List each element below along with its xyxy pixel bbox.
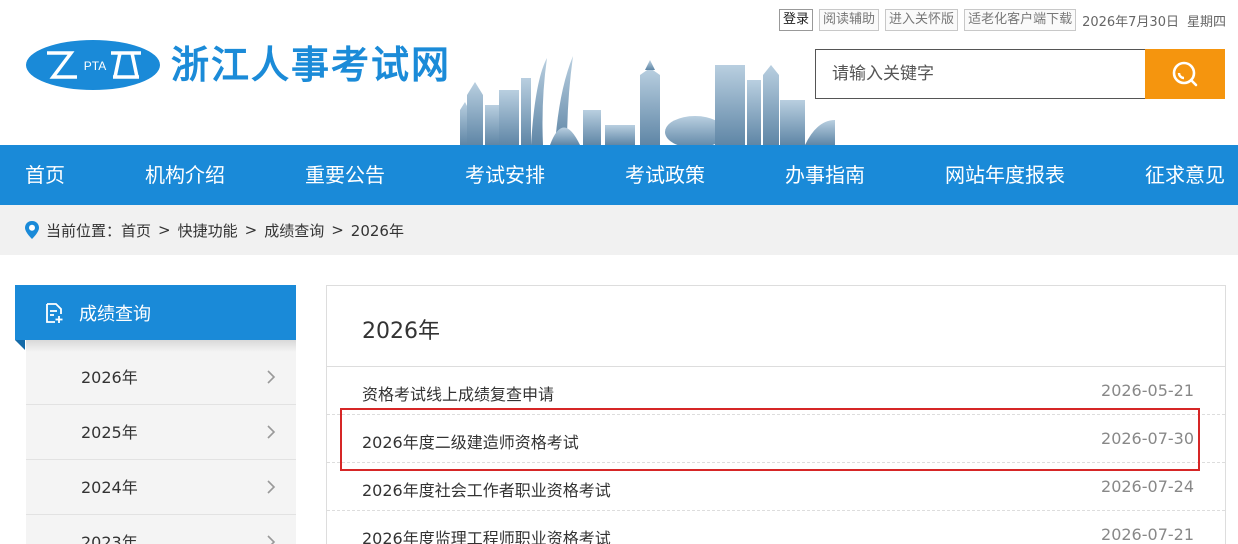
document-icon (46, 302, 63, 323)
sidebar-title: 成绩查询 (79, 303, 151, 325)
page-title: 2026年 (362, 319, 440, 344)
nav-item-feedback[interactable]: 征求意见 (1145, 145, 1225, 205)
pta-emblem-icon: PTA (26, 40, 160, 90)
nav-item-annual-report[interactable]: 网站年度报表 (945, 145, 1065, 205)
sidebar-item-label: 2025年 (81, 423, 138, 442)
site-header: 登录 阅读辅助 进入关怀版 适老化客户端下载 2026年7月30日 星期四 PT… (0, 0, 1238, 145)
location-pin-icon (25, 221, 39, 239)
breadcrumb-current: 2026年 (350, 221, 404, 240)
list-item-title[interactable]: 2026年度二级建造师资格考试 (362, 429, 579, 453)
content-panel: 2026年 资格考试线上成绩复查申请 2026-05-21 2026年度二级建造… (326, 285, 1226, 544)
emblem-text: PTA (84, 59, 106, 73)
search-input[interactable] (815, 49, 1145, 99)
search-bar (815, 49, 1225, 99)
nav-item-exam-policy[interactable]: 考试政策 (625, 145, 705, 205)
main-nav: 首页 机构介绍 重要公告 考试安排 考试政策 办事指南 网站年度报表 征求意见 (0, 145, 1238, 205)
reading-aid-button[interactable]: 阅读辅助 (819, 9, 880, 31)
chevron-right-icon (267, 370, 276, 384)
site-logo[interactable]: PTA 浙江人事考试网 (25, 35, 465, 95)
nav-item-service-guide[interactable]: 办事指南 (785, 145, 865, 205)
nav-item-home[interactable]: 首页 (25, 145, 65, 205)
breadcrumb-prefix: 当前位置： (46, 221, 122, 240)
breadcrumb-quick-functions[interactable]: 快捷功能 (178, 220, 238, 241)
site-name: 浙江人事考试网 (171, 43, 452, 87)
sidebar-item-2024[interactable]: 2024年 (26, 460, 296, 515)
sidebar-item-2025[interactable]: 2025年 (26, 405, 296, 460)
top-utility-links: 登录 阅读辅助 进入关怀版 适老化客户端下载 2026年7月30日 星期四 (773, 9, 1226, 31)
current-date: 2026年7月30日 (1082, 14, 1179, 30)
list-item-date: 2026-07-30 (1101, 429, 1194, 448)
search-button[interactable] (1145, 49, 1225, 99)
sidebar-item-2023[interactable]: 2023年 (26, 515, 296, 544)
list-item[interactable]: 2026年度二级建造师资格考试 2026-07-30 (327, 415, 1225, 463)
current-weekday: 星期四 (1186, 14, 1226, 30)
login-button[interactable]: 登录 (779, 9, 814, 31)
breadcrumb-separator: > (244, 221, 258, 239)
sidebar-item-2026[interactable]: 2026年 (26, 350, 296, 405)
sidebar-item-label: 2026年 (81, 368, 138, 387)
elder-client-download-button[interactable]: 适老化客户端下载 (964, 9, 1077, 31)
sidebar-list: 2026年 2025年 2024年 2023年 (26, 340, 296, 544)
chevron-right-icon (267, 425, 276, 439)
breadcrumb: 当前位置： 首页 > 快捷功能 > 成绩查询 > 2026年 (0, 205, 1238, 255)
sidebar-header-fold (15, 340, 25, 350)
list-item-title[interactable]: 2026年度监理工程师职业资格考试 (362, 525, 611, 544)
list-item-date: 2026-07-24 (1101, 477, 1194, 496)
list-item[interactable]: 2026年度监理工程师职业资格考试 2026-07-21 (327, 511, 1225, 544)
care-version-button[interactable]: 进入关怀版 (885, 9, 959, 31)
sidebar-shadow-band (26, 340, 296, 352)
list-item-title[interactable]: 2026年度社会工作者职业资格考试 (362, 477, 611, 501)
nav-item-announcements[interactable]: 重要公告 (305, 145, 385, 205)
sidebar-item-label: 2024年 (81, 478, 138, 497)
list-item-date: 2026-07-21 (1101, 525, 1194, 544)
nav-item-exam-schedule[interactable]: 考试安排 (465, 145, 545, 205)
sidebar: 成绩查询 2026年 2025年 2024年 2023年 (15, 285, 296, 544)
breadcrumb-score-query[interactable]: 成绩查询 (264, 220, 324, 241)
list-item[interactable]: 2026年度社会工作者职业资格考试 2026-07-24 (327, 463, 1225, 511)
search-icon (1172, 61, 1198, 87)
breadcrumb-separator: > (158, 221, 171, 239)
sidebar-item-label: 2023年 (81, 533, 138, 544)
chevron-right-icon (267, 480, 276, 494)
list-item[interactable]: 资格考试线上成绩复查申请 2026-05-21 (327, 367, 1225, 415)
nav-item-about[interactable]: 机构介绍 (145, 145, 225, 205)
breadcrumb-home[interactable]: 首页 (121, 220, 151, 241)
chevron-right-icon (267, 535, 276, 544)
sidebar-header: 成绩查询 (15, 285, 296, 340)
list-item-date: 2026-05-21 (1101, 381, 1194, 400)
list-item-title[interactable]: 资格考试线上成绩复查申请 (362, 381, 554, 405)
city-skyline-illustration (460, 56, 835, 145)
breadcrumb-separator: > (331, 221, 344, 239)
